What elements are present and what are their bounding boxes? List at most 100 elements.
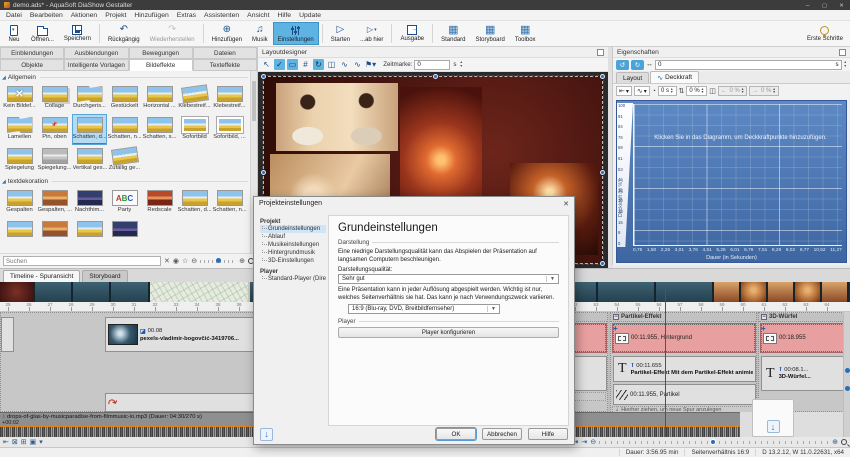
erste-schritte-button[interactable]: Erste Schritte <box>802 22 848 45</box>
effect-party[interactable]: ABCParty <box>107 187 142 218</box>
tab-intelligente-vorlagen[interactable]: Intelligente Vorlagen <box>64 59 128 71</box>
section-header-allgemein[interactable]: Allgemein <box>2 72 248 83</box>
selection-handle[interactable] <box>600 170 605 175</box>
minimize-button[interactable] <box>803 2 812 9</box>
help-button[interactable]: Hilfe <box>528 428 568 440</box>
filmstrip-frame[interactable] <box>35 282 73 302</box>
timeline-zoom-in-icon[interactable]: ⊕ <box>832 439 838 446</box>
effect-gespalten[interactable]: Gespalten, ... <box>37 187 72 218</box>
tab-einblendungen[interactable]: Einblendungen <box>0 47 64 59</box>
skip-forward-icon[interactable]: ⇥ <box>581 439 587 446</box>
neu-button[interactable]: Neu <box>2 22 26 45</box>
ab-hier-button[interactable]: ...ab hier <box>355 22 388 45</box>
effect-pin-oben[interactable]: Pin, oben <box>37 114 72 145</box>
curve-tool-icon[interactable]: ∿ <box>339 59 350 70</box>
diagram-plot-area[interactable] <box>633 104 842 246</box>
configure-player-button[interactable]: Player konfigurieren <box>338 327 559 338</box>
effect-item[interactable] <box>37 218 72 249</box>
aspect-ratio-select[interactable]: 16:9 (Blu-ray, DVD, Breitbildfernseher) … <box>348 304 500 314</box>
effect-durchgeris[interactable]: Durchgeris... <box>72 83 107 114</box>
effect-item[interactable] <box>107 218 142 249</box>
effect-item[interactable] <box>2 218 37 249</box>
selection-handle[interactable] <box>261 74 266 79</box>
ausgabe-button[interactable]: Ausgabe <box>395 22 429 45</box>
filmstrip-frame[interactable] <box>150 282 250 302</box>
speichern-button[interactable]: Speichern <box>59 22 96 45</box>
öffnen-button[interactable]: Öffnen... <box>26 22 59 45</box>
tree-item-musikeinstellungen[interactable]: Musikeinstellungen <box>260 241 326 249</box>
effect-schatten-d[interactable]: Schatten, d... <box>72 114 107 145</box>
filmstrip-frame[interactable] <box>741 282 768 302</box>
dialog-collapse-icon[interactable]: ↓ <box>260 428 273 441</box>
timeline-zoom-out-icon[interactable]: ⊖ <box>590 439 596 446</box>
effect-sofortbild[interactable]: Sofortbild <box>177 114 212 145</box>
tab-bewegungen[interactable]: Bewegungen <box>129 47 193 59</box>
einstellungen-button[interactable]: Einstellungen <box>273 22 319 45</box>
quality-select[interactable]: Sehr gut ▼ <box>338 274 559 284</box>
effect-klebestreif[interactable]: Klebestreif... <box>212 83 247 114</box>
timeline-magnifier-icon[interactable] <box>841 439 847 445</box>
collapse-tracks-icon[interactable]: ⊠ <box>12 439 18 446</box>
select-tool-icon[interactable]: ✓ <box>274 59 285 70</box>
selection-handle[interactable] <box>433 74 438 79</box>
marker-tool-icon[interactable]: ⚑▾ <box>365 59 376 70</box>
effect-item[interactable] <box>72 218 107 249</box>
zeitmarke-input[interactable]: 0 <box>414 60 450 70</box>
tree-item-standard-player-directx[interactable]: Standard-Player (DirectX) <box>260 275 326 283</box>
rotate-tool-icon[interactable]: ↻ <box>313 59 324 70</box>
prev-keyframe-icon[interactable]: ↺ <box>616 60 629 70</box>
selection-handle[interactable] <box>600 74 605 79</box>
menu-projekt[interactable]: Projekt <box>101 11 130 20</box>
tab-ausblendungen[interactable]: Ausblendungen <box>64 47 128 59</box>
storyboard-button[interactable]: Storyboard <box>470 22 509 45</box>
menu-assistenten[interactable]: Assistenten <box>200 11 243 20</box>
curve-type-button[interactable]: ∿▾ <box>634 86 650 96</box>
curve-tool2-icon[interactable]: ∿ <box>352 59 363 70</box>
jump-start-button[interactable]: ⇤▾ <box>616 86 632 96</box>
maximize-button[interactable] <box>820 2 829 9</box>
menu-update[interactable]: Update <box>295 11 325 20</box>
effect-kein-bildef[interactable]: Kein Bildef... <box>2 83 37 114</box>
filmstrip-frame[interactable] <box>598 282 656 302</box>
hinzufügen-button[interactable]: Hinzufügen <box>207 22 247 45</box>
tree-item-ablauf[interactable]: Ablauf <box>260 233 326 241</box>
search-input[interactable] <box>3 256 161 266</box>
zoom-in-icon[interactable]: ⊕ <box>239 258 245 265</box>
tab-bildeffekte[interactable]: Bildeffekte <box>129 59 193 71</box>
photo-two-women[interactable] <box>276 83 398 151</box>
menu-bearbeiten[interactable]: Bearbeiten <box>26 11 67 20</box>
standard-button[interactable]: Standard <box>436 22 470 45</box>
photo-portrait-glow[interactable] <box>400 87 482 201</box>
effect-sofortbild[interactable]: Sofortbild, ... <box>212 114 247 145</box>
filmstrip-frame[interactable] <box>714 282 741 302</box>
filmstrip-frame[interactable] <box>795 282 822 302</box>
star-icon[interactable]: ☆ <box>182 258 188 265</box>
background-item[interactable]: 00:18.955 <box>760 323 843 353</box>
undock-icon[interactable] <box>839 49 846 56</box>
flat-view-icon[interactable]: ▭ <box>287 59 298 70</box>
pointer-tool-icon[interactable]: ↖ <box>261 59 272 70</box>
expand-tracks-icon[interactable]: ⊞ <box>21 439 27 446</box>
3d-tool-icon[interactable]: ◫ <box>326 59 337 70</box>
time-offset-spinner[interactable]: ▲▼ <box>844 61 847 68</box>
clipped-item[interactable] <box>1 317 14 352</box>
tab-texteffekte[interactable]: Texteffekte <box>193 59 257 71</box>
effect-schatten-n[interactable]: Schatten, n... <box>107 114 142 145</box>
opacity-curve-diagram[interactable]: Klicken Sie in das Diagramm, um Deckkraf… <box>616 100 847 263</box>
effect-klebestreif[interactable]: Klebestreif... <box>177 83 212 114</box>
fade-in-spinner[interactable]: ← 0 %▲▼ <box>718 86 747 96</box>
chapter-header[interactable]: −3D-Würfel <box>759 313 843 322</box>
tab-storyboard[interactable]: Storyboard <box>82 270 127 282</box>
tab-timeline-spuransicht[interactable]: Timeline - Spuransicht <box>3 270 80 282</box>
effect-collage[interactable]: Collage <box>37 83 72 114</box>
link-icon[interactable]: ◫ <box>709 88 716 95</box>
collapse-icon[interactable]: − <box>761 314 767 320</box>
effect-zufällig-ge[interactable]: Zufällig ge... <box>107 145 142 176</box>
effect-gestückelt[interactable]: Gestückelt <box>107 83 142 114</box>
selection-handle[interactable] <box>261 170 266 175</box>
cancel-button[interactable]: Abbrechen <box>482 428 522 440</box>
effect-spiegelung[interactable]: Spiegelung... <box>37 145 72 176</box>
effect-schatten-d[interactable]: Schatten, d... <box>177 187 212 218</box>
filmstrip-frame[interactable] <box>768 282 795 302</box>
jump-start-icon[interactable]: ⇤ <box>3 439 9 446</box>
